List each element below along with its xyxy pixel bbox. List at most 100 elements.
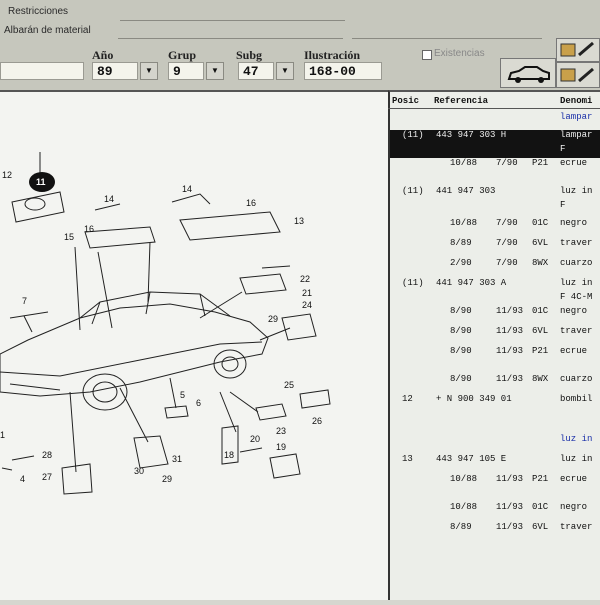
table-row[interactable]: (11) 441 947 303 A luz in (390, 278, 600, 292)
table-row[interactable]: F (390, 144, 600, 158)
callout-27[interactable]: 27 (42, 472, 52, 482)
catalog-field[interactable] (0, 62, 84, 80)
table-row[interactable]: 10/88 11/93 01C negro (390, 502, 600, 516)
callout-12[interactable]: 12 (2, 170, 12, 180)
table-row[interactable]: 10/88 7/90 01C negro (390, 218, 600, 232)
callout-19[interactable]: 19 (276, 442, 286, 452)
cell-ref: 443 947 303 H (436, 130, 507, 140)
cell-den: traver (560, 326, 593, 336)
column-header-denominacion: Denomi (560, 96, 593, 106)
callout-24[interactable]: 24 (302, 300, 312, 310)
cell-den: cuarzo (560, 258, 593, 268)
callout-26[interactable]: 26 (312, 416, 322, 426)
subg-label: Subg (236, 48, 263, 62)
cell-code: 6VL (532, 522, 549, 532)
anio-field[interactable]: 89 (92, 62, 138, 80)
table-row[interactable]: 8/90 11/93 01C negro (390, 306, 600, 320)
callout-29b[interactable]: 29 (162, 474, 172, 484)
table-row[interactable]: 2/90 7/90 8WX cuarzo (390, 258, 600, 272)
grup-field[interactable]: 9 (168, 62, 204, 80)
cell-code: P21 (532, 474, 549, 484)
subg-field[interactable]: 47 (238, 62, 274, 80)
callout-11[interactable]: 11 (36, 177, 46, 187)
illustration-button[interactable] (556, 62, 600, 88)
grup-dropdown-button[interactable]: ▼ (206, 62, 224, 80)
callout-23[interactable]: 23 (276, 426, 286, 436)
callout-14b[interactable]: 14 (182, 184, 192, 194)
table-row[interactable]: 8/89 7/90 6VL traver (390, 238, 600, 252)
cell-code: 01C (532, 502, 549, 512)
cell-den: luz in (560, 186, 593, 196)
cell-ref: 8/90 (450, 326, 472, 336)
column-header-referencia: Referencia (434, 96, 489, 106)
callout-28[interactable]: 28 (42, 450, 52, 460)
callout-15[interactable]: 15 (64, 232, 74, 242)
callout-31[interactable]: 31 (172, 454, 182, 464)
subg-dropdown-button[interactable]: ▼ (276, 62, 294, 80)
callout-29a[interactable]: 29 (268, 314, 278, 324)
callout-1[interactable]: 1 (0, 430, 5, 440)
book-pencil-icon (560, 41, 594, 57)
cell-date: 11/93 (496, 306, 524, 316)
cell-den: lampar (560, 112, 593, 122)
callout-18[interactable]: 18 (224, 450, 234, 460)
cell-code: 8WX (532, 258, 549, 268)
table-row[interactable]: 10/88 7/90 P21 ecrue (390, 158, 600, 172)
cell-date: 7/90 (496, 218, 518, 228)
callout-13[interactable]: 13 (294, 216, 304, 226)
cell-ref: 10/88 (450, 158, 478, 168)
albaran-field[interactable] (118, 38, 343, 39)
restricciones-field[interactable] (120, 20, 345, 21)
cell-code: 6VL (532, 238, 549, 248)
cell-den: bombil (560, 394, 593, 404)
table-row[interactable]: (11) 441 947 303 luz in (390, 186, 600, 200)
book-pencil-icon (560, 67, 594, 83)
cell-pos: (11) (402, 278, 424, 288)
cell-ref: 10/88 (450, 474, 478, 484)
table-row[interactable]: F (390, 200, 600, 214)
cell-den: cuarzo (560, 374, 593, 384)
table-row[interactable]: 8/90 11/93 8WX cuarzo (390, 374, 600, 388)
table-row[interactable]: 8/90 11/93 P21 ecrue (390, 346, 600, 360)
callout-16b[interactable]: 16 (246, 198, 256, 208)
anio-dropdown-button[interactable]: ▼ (140, 62, 158, 80)
cell-date: 11/93 (496, 326, 524, 336)
table-row[interactable]: 8/90 11/93 6VL traver (390, 326, 600, 340)
table-row[interactable]: lampar (390, 112, 600, 126)
cell-pos: (11) (402, 186, 424, 196)
callout-20[interactable]: 20 (250, 434, 260, 444)
table-row[interactable]: 13 443 947 105 E luz in (390, 454, 600, 468)
callout-21[interactable]: 21 (302, 288, 312, 298)
vehicle-button[interactable] (500, 58, 556, 88)
callout-4[interactable]: 4 (20, 474, 25, 484)
cell-den: ecrue (560, 346, 588, 356)
callout-22[interactable]: 22 (300, 274, 310, 284)
cell-den: lampar (560, 130, 593, 140)
table-row[interactable]: 12 + N 900 349 01 bombil (390, 394, 600, 408)
table-row[interactable]: luz in (390, 434, 600, 448)
callout-6[interactable]: 6 (196, 398, 201, 408)
table-row[interactable]: 8/89 11/93 6VL traver (390, 522, 600, 536)
table-row[interactable]: (11) 443 947 303 H lampar (390, 130, 600, 144)
cell-den: negro (560, 502, 588, 512)
albaran-field-2[interactable] (352, 38, 542, 39)
existencias-checkbox[interactable] (422, 50, 432, 60)
cell-ref: 8/90 (450, 306, 472, 316)
cell-code: 01C (532, 306, 549, 316)
callout-7[interactable]: 7 (22, 296, 27, 306)
cell-ref: 8/90 (450, 346, 472, 356)
ilustracion-field[interactable]: 168-00 (304, 62, 382, 80)
cell-den: luz in (560, 434, 593, 444)
parts-illustration[interactable]: 12 11 14 14 16 16 13 15 22 21 24 7 29 5 … (0, 90, 388, 600)
callout-16a[interactable]: 16 (84, 224, 94, 234)
callout-25[interactable]: 25 (284, 380, 294, 390)
callout-14a[interactable]: 14 (104, 194, 114, 204)
callout-30[interactable]: 30 (134, 466, 144, 476)
cell-den: ecrue (560, 158, 588, 168)
cell-code: 6VL (532, 326, 549, 336)
parts-list-button[interactable] (556, 38, 600, 62)
table-row[interactable]: 10/88 11/93 P21 ecrue (390, 474, 600, 488)
anio-label: Año (92, 48, 114, 62)
callout-5[interactable]: 5 (180, 390, 185, 400)
table-row[interactable]: F 4C-M (390, 292, 600, 306)
